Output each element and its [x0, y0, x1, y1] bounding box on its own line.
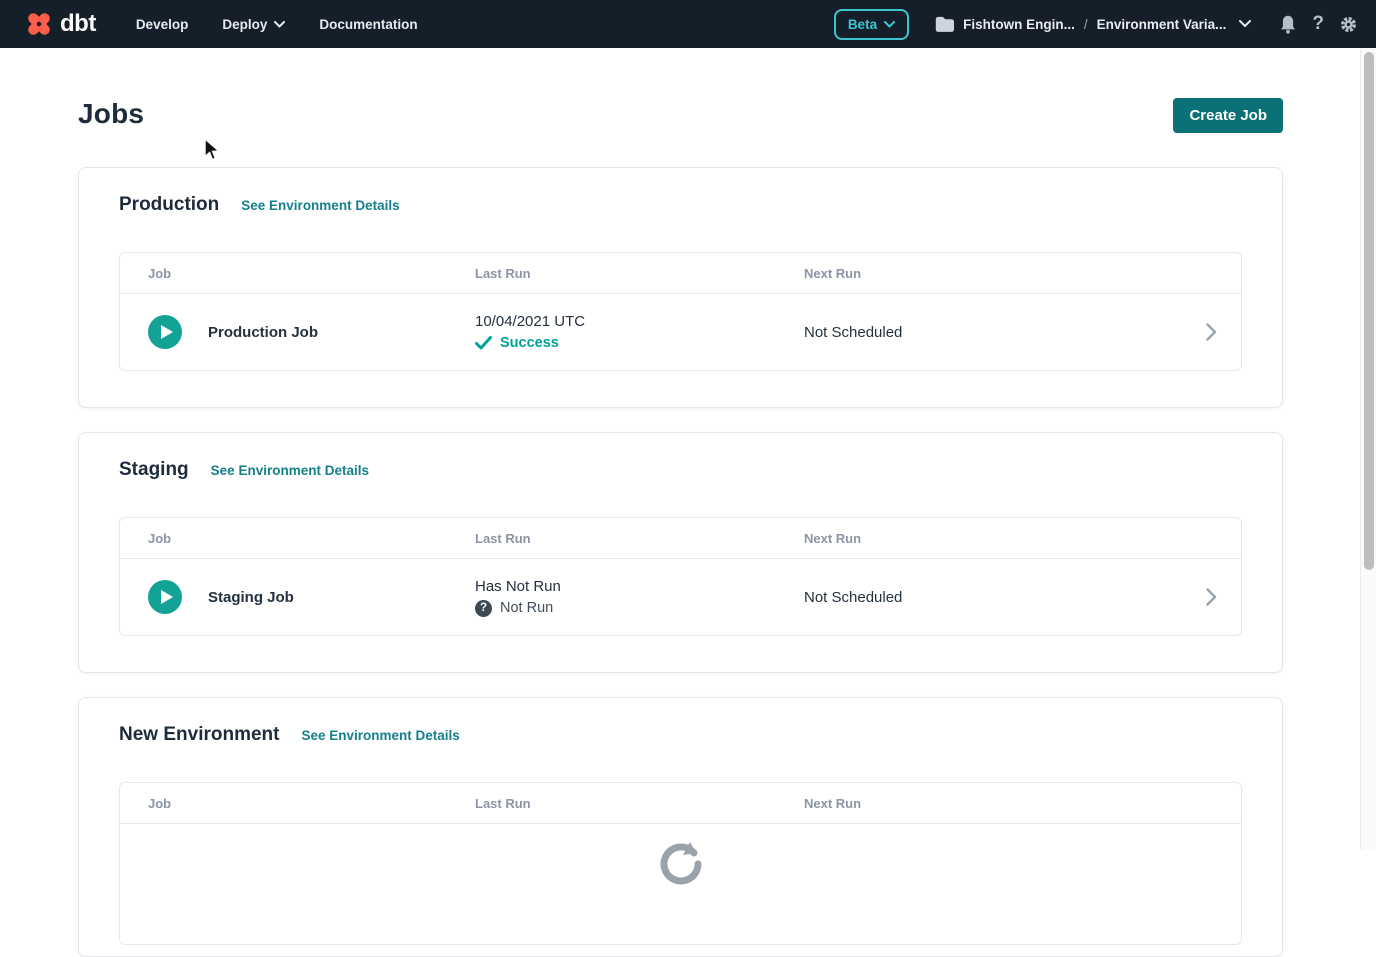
column-header-last-run: Last Run [475, 266, 804, 281]
page-title: Jobs [78, 98, 144, 130]
question-mark-icon: ? [1312, 13, 1324, 35]
nav-documentation-label: Documentation [319, 17, 417, 32]
environment-card-new-environment: New Environment See Environment Details … [78, 697, 1283, 957]
help-button[interactable]: ? [1312, 13, 1324, 35]
top-navbar: dbt Develop Deploy Documentation Beta Fi… [0, 0, 1376, 48]
vertical-scrollbar[interactable] [1360, 48, 1376, 850]
chevron-down-icon [884, 21, 895, 28]
column-header-last-run: Last Run [475, 531, 804, 546]
run-job-play-button[interactable] [148, 580, 182, 614]
jobs-table: Job Last Run Next Run Staging Job Has No… [119, 517, 1242, 636]
column-header-next-run: Next Run [804, 266, 1177, 281]
empty-state [120, 824, 1241, 944]
bell-icon [1279, 15, 1297, 34]
jobs-table: Job Last Run Next Run Production Job 10/… [119, 252, 1242, 371]
chevron-down-icon [274, 21, 285, 28]
see-environment-details-link[interactable]: See Environment Details [241, 198, 399, 213]
jobs-table-header: Job Last Run Next Run [120, 518, 1241, 559]
column-header-next-run: Next Run [804, 531, 1177, 546]
scrollbar-thumb[interactable] [1364, 52, 1374, 570]
not-run-question-icon: ? [475, 600, 492, 617]
beta-label: Beta [848, 17, 877, 32]
environment-title: Staging [119, 459, 189, 481]
success-check-icon [475, 336, 492, 350]
breadcrumb-account[interactable]: Fishtown Engin... [963, 17, 1075, 32]
last-run-status: Not Run [500, 600, 553, 616]
beta-dropdown[interactable]: Beta [834, 9, 909, 40]
job-name: Production Job [208, 324, 318, 341]
next-run-value: Not Scheduled [804, 324, 1177, 341]
environment-card-production: Production See Environment Details Job L… [78, 167, 1283, 408]
folder-icon [935, 16, 954, 32]
column-header-last-run: Last Run [475, 796, 804, 811]
nav-develop-label: Develop [136, 17, 189, 32]
dbt-logo-icon [24, 9, 54, 39]
main-nav: Develop Deploy Documentation [136, 17, 418, 32]
last-run-date: Has Not Run [475, 578, 804, 595]
see-environment-details-link[interactable]: See Environment Details [301, 728, 459, 743]
nav-item-documentation[interactable]: Documentation [319, 17, 417, 32]
breadcrumb-project[interactable]: Environment Varia... [1097, 17, 1227, 32]
column-header-job: Job [148, 531, 475, 546]
gear-icon [1339, 15, 1358, 34]
last-run-date: 10/04/2021 UTC [475, 313, 804, 330]
last-run-status: Success [500, 335, 559, 351]
jobs-table-header: Job Last Run Next Run [120, 253, 1241, 294]
run-job-play-button[interactable] [148, 315, 182, 349]
chevron-right-icon[interactable] [1206, 323, 1217, 341]
nav-deploy-label: Deploy [222, 17, 267, 32]
jobs-table: Job Last Run Next Run [119, 782, 1242, 945]
jobs-page: Jobs Create Job Production See Environme… [78, 98, 1283, 957]
breadcrumb-separator: / [1084, 17, 1088, 32]
column-header-job: Job [148, 796, 475, 811]
column-header-job: Job [148, 266, 475, 281]
create-job-button[interactable]: Create Job [1173, 98, 1283, 133]
jobs-table-header: Job Last Run Next Run [120, 783, 1241, 824]
see-environment-details-link[interactable]: See Environment Details [211, 463, 369, 478]
settings-button[interactable] [1339, 15, 1358, 34]
environment-card-staging: Staging See Environment Details Job Last… [78, 432, 1283, 673]
refresh-arrow-icon [657, 840, 705, 944]
next-run-value: Not Scheduled [804, 589, 1177, 606]
environment-title: Production [119, 194, 219, 216]
job-row-staging[interactable]: Staging Job Has Not Run ? Not Run Not Sc… [120, 559, 1241, 635]
nav-item-develop[interactable]: Develop [136, 17, 189, 32]
chevron-right-icon[interactable] [1206, 588, 1217, 606]
column-header-next-run: Next Run [804, 796, 1177, 811]
project-breadcrumb[interactable]: Fishtown Engin... / Environment Varia... [935, 16, 1251, 32]
navbar-icon-group: ? [1279, 13, 1358, 35]
dbt-logo[interactable]: dbt [24, 9, 96, 39]
nav-item-deploy[interactable]: Deploy [222, 17, 285, 32]
job-row-production[interactable]: Production Job 10/04/2021 UTC Success No… [120, 294, 1241, 370]
environment-title: New Environment [119, 724, 279, 746]
job-name: Staging Job [208, 589, 294, 606]
brand-wordmark: dbt [60, 10, 96, 38]
notifications-button[interactable] [1279, 15, 1297, 34]
chevron-down-icon [1239, 20, 1251, 28]
